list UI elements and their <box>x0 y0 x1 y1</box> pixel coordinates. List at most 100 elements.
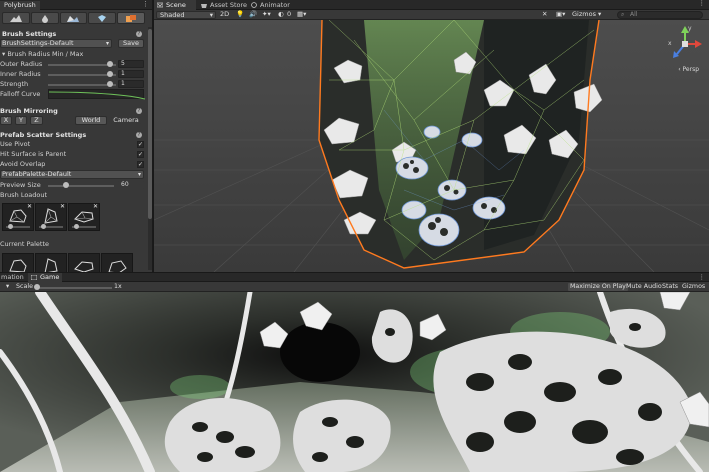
game-gizmos-toggle[interactable]: Gizmos <box>680 283 707 291</box>
palette-slot[interactable] <box>68 253 100 272</box>
visibility-icon[interactable]: ◐ <box>278 11 284 19</box>
scale-slider[interactable] <box>36 287 112 289</box>
loadout-slot[interactable]: ✕ <box>2 203 34 231</box>
sculpt-mode-button[interactable] <box>2 12 30 24</box>
tab-animator[interactable]: Animator <box>248 0 294 10</box>
audio-icon[interactable]: 🔊 <box>249 11 257 19</box>
grid-icon[interactable]: ▦▾ <box>297 11 306 19</box>
inner-radius-slider[interactable] <box>48 74 116 76</box>
inner-radius-field[interactable]: 1 <box>118 70 144 78</box>
camera-icon[interactable]: ▣▾ <box>556 11 565 19</box>
slot-slider[interactable] <box>6 224 30 229</box>
scale-value: 1x <box>114 283 122 290</box>
mirror-z-button[interactable]: Z <box>30 116 43 125</box>
game-viewport[interactable] <box>0 292 709 472</box>
effects-icon[interactable]: ✦▾ <box>262 11 271 19</box>
chevron-down-icon: ▾ <box>137 171 141 178</box>
mode-2d-toggle[interactable]: 2D <box>220 11 229 19</box>
scene-window: Scene Asset Store Animator ⋮ Shaded ▾ 2D… <box>154 0 709 272</box>
save-button[interactable]: Save <box>118 39 144 48</box>
inner-radius-thumb[interactable] <box>106 71 113 77</box>
help-icon[interactable]: ? <box>136 31 142 37</box>
tab-asset-store[interactable]: Asset Store <box>198 0 248 10</box>
orientation-gizmo[interactable]: y x <box>665 22 705 66</box>
menu-icon[interactable]: ⋮ <box>699 0 706 8</box>
preview-size-slider[interactable] <box>48 185 114 187</box>
loadout-slot[interactable]: ✕ <box>35 203 67 231</box>
tab-scene-label: Scene <box>166 1 186 9</box>
preview-size-thumb[interactable] <box>63 182 70 188</box>
scale-label: Scale <box>16 283 33 290</box>
outer-radius-slider[interactable] <box>48 64 116 66</box>
shading-mode-value: Shaded <box>160 11 185 19</box>
outer-radius-field[interactable]: 5 <box>118 60 144 68</box>
use-pivot-checkbox[interactable]: ✓ <box>137 141 144 148</box>
brush-radius-label: Brush Radius Min / Max <box>7 50 84 58</box>
use-pivot-label: Use Pivot <box>0 140 31 148</box>
falloff-curve-label: Falloff Curve <box>0 90 41 98</box>
tab-game[interactable]: Game <box>28 273 62 282</box>
panel-scrollbar[interactable] <box>148 27 152 270</box>
stats-toggle[interactable]: Stats <box>660 283 680 291</box>
paint-icon <box>67 15 80 22</box>
prefab-mode-button[interactable] <box>117 12 145 24</box>
loadout-slot[interactable]: ✕ <box>68 203 100 231</box>
prefab-palette-dropdown[interactable]: PrefabPalette-Default ▾ <box>0 170 144 179</box>
strength-field[interactable]: 1 <box>118 80 144 88</box>
brush-preset-dropdown[interactable]: BrushSettings-Default ▾ <box>0 39 112 48</box>
mirror-world-button[interactable]: World <box>75 116 107 125</box>
chevron-down-icon: ▾ <box>105 40 109 47</box>
rock-prefab-thumbnail <box>74 211 94 223</box>
strength-slider[interactable] <box>48 84 116 86</box>
slot-slider[interactable] <box>39 224 63 229</box>
color-mode-button[interactable] <box>88 12 117 24</box>
preview-size-field[interactable]: 60 <box>118 181 144 189</box>
tab-animation[interactable]: mation <box>1 273 27 282</box>
mirror-x-button[interactable]: X <box>0 116 12 125</box>
outer-radius-thumb[interactable] <box>106 61 113 67</box>
menu-icon[interactable]: ⋮ <box>699 273 706 282</box>
projection-label[interactable]: ‹ Persp <box>678 66 699 73</box>
preview-size-label: Preview Size <box>0 181 41 189</box>
gem-icon <box>98 14 107 22</box>
smooth-mode-button[interactable] <box>30 12 59 24</box>
light-icon[interactable]: 💡 <box>236 11 244 19</box>
mirror-camera-button[interactable]: Camera <box>110 116 142 125</box>
texture-mode-button[interactable] <box>59 12 88 24</box>
tab-scene[interactable]: Scene <box>154 0 196 10</box>
mirror-y-button[interactable]: Y <box>15 116 27 125</box>
slot-slider[interactable] <box>72 224 96 229</box>
scale-thumb[interactable] <box>34 284 40 290</box>
palette-slot[interactable] <box>2 253 34 272</box>
hit-surface-checkbox[interactable]: ✓ <box>137 151 144 158</box>
prefab-palette-value: PrefabPalette-Default <box>2 170 72 178</box>
axis-y-label: y <box>688 25 692 32</box>
falloff-curve-field[interactable] <box>48 89 146 100</box>
scene-viewport[interactable] <box>154 20 709 272</box>
gizmos-label: Gizmos <box>572 10 596 18</box>
prefab-icon <box>126 14 137 22</box>
tab-animator-label: Animator <box>260 1 290 9</box>
game-tab-bar: mation Game ⋮ <box>0 273 709 282</box>
game-window: mation Game ⋮ ▾ Scale 1x Maximize On Pla… <box>0 273 709 472</box>
help-icon[interactable]: ? <box>136 108 142 114</box>
menu-icon[interactable]: ⋮ <box>142 0 149 8</box>
mute-audio-toggle[interactable]: Mute Audio <box>624 283 664 291</box>
brush-radius-foldout[interactable]: ▾ Brush Radius Min / Max <box>2 50 83 59</box>
brush-mode-toolbar <box>2 12 145 24</box>
rock-prefab-thumbnail <box>9 259 27 272</box>
strength-thumb[interactable] <box>106 81 113 87</box>
display-dropdown-icon[interactable]: ▾ <box>4 283 11 291</box>
palette-slot[interactable] <box>35 253 67 272</box>
scrollbar-thumb[interactable] <box>148 29 152 219</box>
palette-slot[interactable] <box>101 253 133 272</box>
scene-search-input[interactable]: ⌕ All <box>617 11 703 19</box>
help-icon[interactable]: ? <box>136 132 142 138</box>
gizmos-dropdown[interactable]: Gizmos ▾ <box>572 11 601 19</box>
current-palette-label: Current Palette <box>0 240 49 248</box>
maximize-on-play-toggle[interactable]: Maximize On Play <box>568 283 628 291</box>
tools-icon[interactable]: ✕ <box>542 11 547 19</box>
polybrush-tab[interactable]: Polybrush <box>0 1 40 10</box>
avoid-overlap-checkbox[interactable]: ✓ <box>137 161 144 168</box>
shading-mode-dropdown[interactable]: Shaded ▾ <box>156 11 216 19</box>
